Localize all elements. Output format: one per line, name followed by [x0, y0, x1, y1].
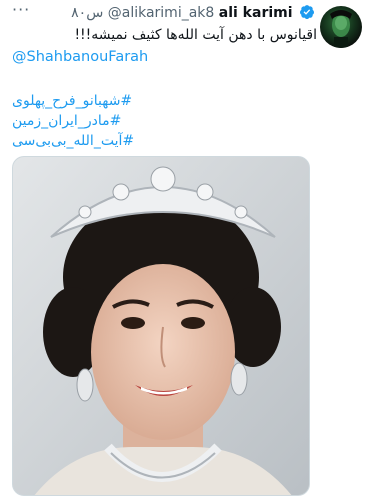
- tweet-text: اقیانوس با دهن آیت الله‌ها کثیف نمیشه!!!: [74, 27, 317, 43]
- mention-link[interactable]: @ShahbanouFarah: [12, 47, 148, 67]
- user-handle[interactable]: @alikarimi_ak8: [108, 5, 215, 21]
- tweet-header: ۸۰س @alikarimi_ak8 ali karimi: [71, 4, 317, 22]
- hashtag-link[interactable]: #مادر_ایران_زمین: [12, 111, 312, 131]
- tweet-timestamp[interactable]: ۸۰س: [71, 5, 103, 21]
- tweet-photo[interactable]: [12, 156, 310, 496]
- hashtag-link[interactable]: #آیت_الله_بی‌بی‌سی: [12, 131, 312, 151]
- more-options-icon[interactable]: ···: [12, 2, 30, 18]
- verified-badge-icon: [300, 5, 314, 20]
- portrait-photo: [13, 157, 309, 495]
- tweet-card[interactable]: ··· ۸۰س @alikarimi_ak8 ali karimi اقیانو…: [0, 0, 375, 500]
- user-avatar[interactable]: [320, 6, 362, 48]
- hashtag-link[interactable]: #شهبانو_فرح_پهلوی: [12, 91, 312, 111]
- user-display-name[interactable]: ali karimi: [219, 5, 293, 21]
- avatar-image: [330, 10, 352, 48]
- hashtag-list: #شهبانو_فرح_پهلوی #مادر_ایران_زمین #آیت_…: [12, 91, 312, 151]
